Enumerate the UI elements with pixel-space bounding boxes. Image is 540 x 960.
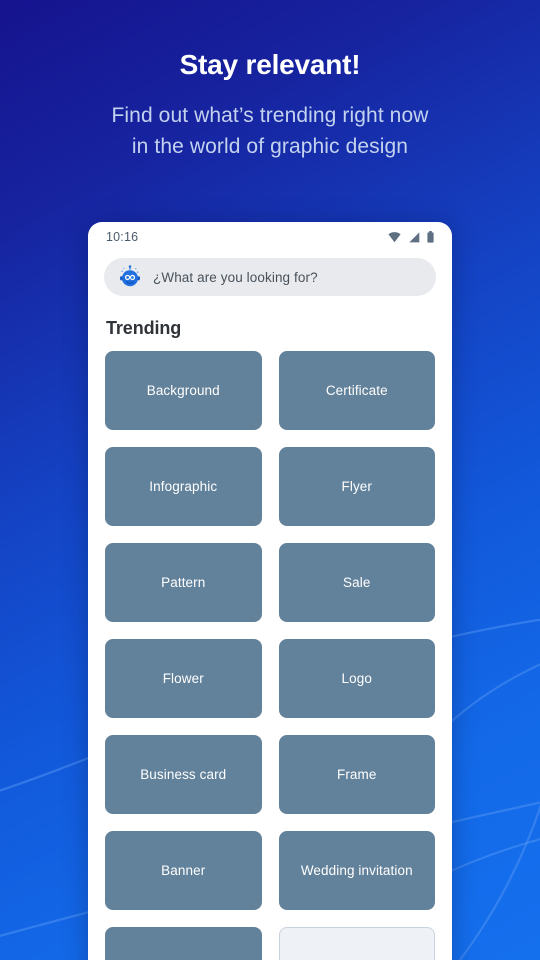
trending-card[interactable]: Sale: [278, 543, 435, 622]
battery-icon: [427, 231, 434, 243]
trending-card-label: Sale: [343, 574, 371, 590]
trending-card[interactable]: Logo: [278, 639, 435, 718]
promo-title: Stay relevant!: [179, 49, 361, 80]
trending-card[interactable]: Pattern: [105, 543, 262, 622]
signal-icon: [409, 231, 420, 242]
bot-icon: [120, 265, 140, 287]
search-input[interactable]: ¿What are you looking for?: [153, 270, 318, 285]
trending-card[interactable]: [278, 927, 435, 960]
trending-card[interactable]: Flower: [105, 639, 262, 718]
trending-card-label: Flower: [162, 670, 204, 686]
wifi-icon: [388, 231, 401, 242]
trending-card-label: Logo: [341, 670, 372, 686]
phone-mockup: 10:16 ¿What are you looking for? Trendin…: [88, 222, 452, 960]
trending-card[interactable]: Certificate: [278, 351, 435, 430]
trending-card-label: Banner: [161, 862, 206, 878]
trending-card-label: Background: [146, 382, 220, 398]
promo-subtitle: Find out what’s trending right now in th…: [0, 100, 540, 162]
trending-card-label: Frame: [336, 766, 377, 782]
status-bar-clock: 10:16: [106, 230, 139, 244]
trending-card[interactable]: Business card: [105, 735, 262, 814]
search-bar[interactable]: ¿What are you looking for?: [104, 258, 436, 296]
trending-card[interactable]: Wedding invitation: [278, 831, 435, 910]
promo-copy: Stay relevant! Find out what’s trending …: [0, 48, 540, 162]
trending-card[interactable]: Background: [105, 351, 262, 430]
trending-card-grid: Background Certificate Infographic Flyer Pat…: [88, 351, 452, 960]
trending-card[interactable]: Flyer: [278, 447, 435, 526]
trending-card-label: Business card: [140, 766, 227, 782]
promo-screen: Stay relevant! Find out what’s trending …: [0, 0, 540, 960]
trending-card-label: Wedding invitation: [300, 862, 413, 878]
trending-card[interactable]: [105, 927, 262, 960]
promo-subtitle-line-2: in the world of graphic design: [131, 134, 409, 158]
trending-card[interactable]: Frame: [278, 735, 435, 814]
trending-card-label: Certificate: [325, 382, 388, 398]
trending-card[interactable]: Banner: [105, 831, 262, 910]
promo-subtitle-line-1: Find out what’s trending right now: [111, 103, 429, 127]
trending-card-label: Pattern: [161, 574, 206, 590]
status-bar-icons: [388, 231, 434, 243]
status-bar: 10:16: [88, 222, 452, 252]
trending-card[interactable]: Infographic: [105, 447, 262, 526]
trending-card-label: Infographic: [149, 478, 218, 494]
section-title-trending: Trending: [106, 318, 182, 338]
trending-card-label: Flyer: [341, 478, 372, 494]
